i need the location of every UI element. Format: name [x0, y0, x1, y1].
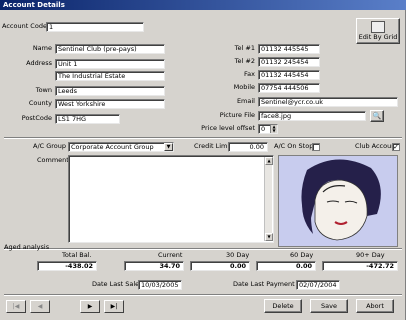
tel2-label: Tel #2	[234, 57, 255, 65]
next-record-button[interactable]: ▶	[80, 300, 100, 313]
town-field[interactable]: Leeds	[55, 86, 165, 96]
aged-header-90day: 90+ Day	[356, 251, 385, 259]
edit-by-grid-label: Edit By Grid	[358, 33, 398, 41]
grid-icon	[371, 21, 385, 33]
comments-label: Comments	[37, 156, 73, 164]
tel2-field[interactable]: 01132 245454	[258, 57, 320, 67]
date-last-payment-label: Date Last Payment	[233, 280, 295, 288]
aged-30-day: 0.00	[190, 261, 250, 271]
last-record-button[interactable]: ▶|	[104, 300, 124, 313]
email-label: Email	[236, 97, 255, 105]
county-label: County	[28, 99, 52, 107]
comments-textarea[interactable]: ▲ ▼	[68, 155, 274, 243]
aged-total-balance: -438.02	[37, 261, 97, 271]
town-label: Town	[35, 86, 52, 94]
customer-picture	[278, 155, 398, 247]
ac-on-stop-label: A/C On Stop	[274, 142, 314, 150]
aged-analysis-label: Aged analysis	[4, 243, 50, 251]
edit-by-grid-button[interactable]: Edit By Grid	[356, 18, 400, 44]
chevron-down-icon[interactable]: ▼	[164, 143, 173, 151]
account-details-window: Account Code 1 Edit By Grid Name Sentine…	[0, 10, 406, 320]
address-line2-field[interactable]: The Industrial Estate	[55, 71, 165, 81]
divider-aged	[4, 248, 402, 250]
credit-limit-field[interactable]: 0.00	[228, 142, 268, 152]
email-field[interactable]: Sentinel@ycr.co.uk	[258, 97, 398, 107]
ac-group-select[interactable]: Corporate Account Group ▼	[68, 142, 174, 152]
divider-bottom	[4, 294, 402, 296]
picture-file-label: Picture File	[219, 111, 255, 119]
aged-current: 34.70	[124, 261, 184, 271]
tel1-field[interactable]: 01132 445545	[258, 44, 320, 54]
window-title: Account Details	[0, 0, 406, 10]
price-level-stepper[interactable]: 0 ▲ ▼	[258, 124, 278, 134]
postcode-field[interactable]: LS1 7HG	[55, 114, 120, 124]
address-line1-field[interactable]: Unit 1	[55, 59, 165, 69]
scroll-down-icon[interactable]: ▼	[265, 233, 273, 241]
aged-header-total: Total Bal.	[62, 251, 92, 259]
county-field[interactable]: West Yorkshire	[55, 99, 165, 109]
price-level-value: 0	[261, 125, 266, 133]
address-label: Address	[26, 59, 52, 67]
club-account-checkbox[interactable]: ✓	[392, 143, 400, 151]
fax-label: Fax	[244, 70, 255, 78]
postcode-label: PostCode	[21, 114, 52, 122]
ac-group-value: Corporate Account Group	[71, 143, 154, 151]
credit-limit-label: Credit Limit	[194, 142, 232, 150]
name-field[interactable]: Sentinel Club (pre-pays)	[55, 44, 165, 54]
first-record-button[interactable]: |◀	[6, 300, 26, 313]
abort-button[interactable]: Abort	[356, 299, 394, 313]
ac-on-stop-checkbox[interactable]	[312, 143, 320, 151]
aged-90-day: -472.72	[322, 261, 398, 271]
picture-file-field[interactable]: face8.jpg	[258, 111, 366, 121]
aged-header-60day: 60 Day	[290, 251, 314, 259]
ac-group-label: A/C Group	[33, 142, 67, 150]
account-code-label: Account Code	[2, 22, 47, 30]
search-icon[interactable]: 🔍	[370, 110, 384, 122]
previous-record-button[interactable]: ◀	[30, 300, 50, 313]
account-code-field[interactable]: 1	[46, 22, 144, 32]
fax-field[interactable]: 01132 445454	[258, 70, 320, 80]
comments-scrollbar[interactable]: ▲ ▼	[264, 157, 273, 241]
scroll-up-icon[interactable]: ▲	[265, 157, 273, 165]
aged-60-day: 0.00	[256, 261, 316, 271]
mobile-label: Mobile	[233, 83, 255, 91]
divider-top	[4, 137, 402, 139]
aged-header-current: Current	[158, 251, 183, 259]
tel1-label: Tel #1	[234, 44, 255, 52]
delete-button[interactable]: Delete	[264, 299, 302, 313]
spin-arrows-icon[interactable]: ▲ ▼	[270, 125, 277, 133]
mobile-field[interactable]: 07754 444506	[258, 83, 320, 93]
date-last-sale-field[interactable]: 10/03/2005	[138, 280, 182, 290]
save-button[interactable]: Save	[310, 299, 348, 313]
date-last-payment-field[interactable]: 02/07/2004	[296, 280, 340, 290]
price-level-label: Price level offset	[201, 124, 255, 132]
aged-header-30day: 30 Day	[226, 251, 250, 259]
date-last-sale-label: Date Last Sale	[92, 280, 140, 288]
name-label: Name	[32, 44, 52, 52]
portrait-image	[279, 156, 397, 246]
